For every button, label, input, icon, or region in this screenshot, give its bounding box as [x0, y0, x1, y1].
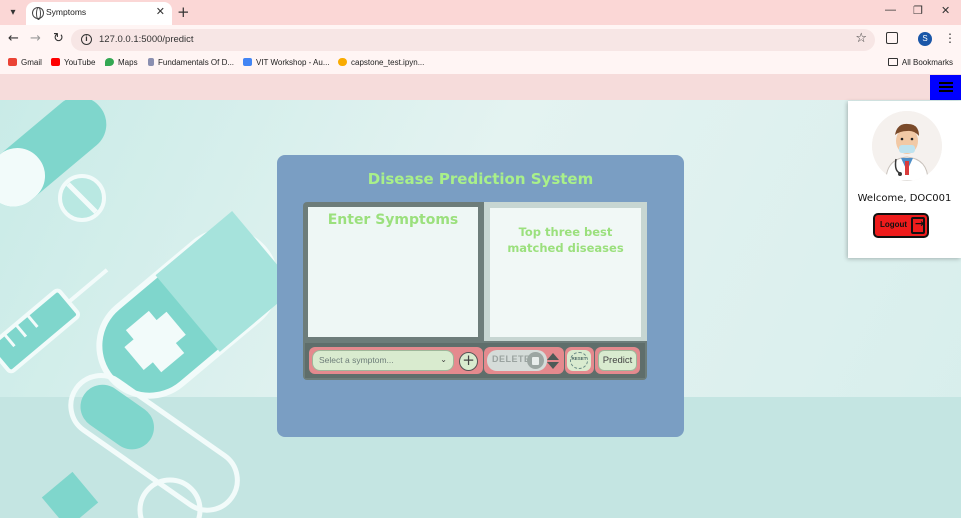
hamburger-line: [939, 90, 953, 92]
bookmark-capstone[interactable]: capstone_test.ipyn...: [338, 58, 424, 67]
gmail-icon: [8, 58, 17, 66]
docs-icon: [243, 58, 252, 66]
doctor-avatar-icon: [872, 111, 942, 181]
page-icon: [148, 58, 154, 66]
new-tab-button[interactable]: +: [177, 3, 190, 21]
user-card: Welcome, DOC001 Logout: [848, 101, 961, 258]
symptom-select[interactable]: Select a symptom... ⌄: [312, 350, 454, 371]
youtube-icon: [51, 58, 60, 66]
minimize-button[interactable]: —: [885, 4, 896, 16]
welcome-text: Welcome, DOC001: [857, 193, 952, 204]
bookmark-fundamentals[interactable]: Fundamentals Of D...: [148, 58, 234, 67]
delete-button[interactable]: DELETE: [487, 350, 547, 371]
tab-search-icon[interactable]: ▾: [5, 5, 21, 21]
results-heading: Top three best matched diseases: [507, 225, 624, 255]
extensions-icon[interactable]: [886, 32, 898, 44]
globe-icon: [32, 7, 44, 20]
site-info-icon[interactable]: i: [81, 34, 92, 45]
menu-toggle-button[interactable]: [930, 75, 961, 100]
forward-icon[interactable]: →: [30, 31, 41, 46]
url-text: 127.0.0.1:5000/predict: [99, 34, 194, 45]
medical-decoration-icon: [0, 100, 297, 518]
logout-label: Logout: [880, 220, 908, 229]
bookmark-maps[interactable]: Maps: [105, 58, 138, 67]
bookmark-vit-workshop[interactable]: VIT Workshop - Au...: [243, 58, 330, 67]
reset-button[interactable]: RESET: [567, 350, 591, 371]
logout-button[interactable]: Logout: [873, 213, 929, 238]
profile-avatar[interactable]: S: [918, 32, 932, 46]
page-title: Disease Prediction System: [367, 170, 594, 188]
folder-icon: [887, 58, 898, 66]
browser-toolbar: ← → ↻ i 127.0.0.1:5000/predict ☆: [0, 25, 961, 55]
close-window-button[interactable]: ✕: [941, 4, 950, 17]
restore-button[interactable]: ❐: [913, 4, 923, 17]
tab-title: Symptoms: [46, 7, 87, 17]
page-header: [0, 74, 961, 100]
hamburger-line: [939, 82, 953, 84]
move-down-icon[interactable]: [547, 362, 559, 369]
logout-icon: [911, 217, 925, 234]
bookmarks-bar: Gmail YouTube Maps Fundamentals Of D... …: [0, 55, 961, 74]
browser-menu-icon[interactable]: ⋮: [944, 31, 956, 45]
symptom-select-placeholder: Select a symptom...: [319, 355, 394, 365]
tab-close-button[interactable]: ✕: [156, 5, 165, 18]
bookmark-youtube[interactable]: YouTube: [51, 58, 95, 67]
browser-tab-bar: ▾ Symptoms ✕ + — ❐ ✕: [0, 0, 961, 25]
reset-label: RESET: [571, 356, 587, 361]
results-box: Top three best matched diseases: [490, 208, 641, 337]
add-symptom-button[interactable]: +: [459, 352, 478, 371]
reload-icon[interactable]: ↻: [53, 31, 64, 46]
tab-symptoms[interactable]: Symptoms ✕: [26, 2, 172, 25]
address-bar[interactable]: i 127.0.0.1:5000/predict ☆: [71, 29, 875, 51]
predict-button[interactable]: Predict: [598, 350, 637, 371]
chevron-down-icon: ⌄: [440, 355, 447, 364]
hamburger-line: [939, 86, 953, 88]
trash-icon: [527, 352, 544, 369]
delete-label: DELETE: [492, 354, 531, 364]
all-bookmarks[interactable]: All Bookmarks: [887, 58, 953, 67]
symptoms-list-box: Enter Symptoms: [308, 207, 478, 337]
back-icon[interactable]: ←: [8, 31, 19, 46]
colab-icon: [338, 58, 347, 66]
bookmark-gmail[interactable]: Gmail: [8, 58, 42, 67]
move-up-icon[interactable]: [547, 353, 559, 360]
symptoms-heading: Enter Symptoms: [327, 212, 459, 228]
maps-icon: [105, 58, 114, 66]
bookmark-star-icon[interactable]: ☆: [855, 31, 867, 46]
